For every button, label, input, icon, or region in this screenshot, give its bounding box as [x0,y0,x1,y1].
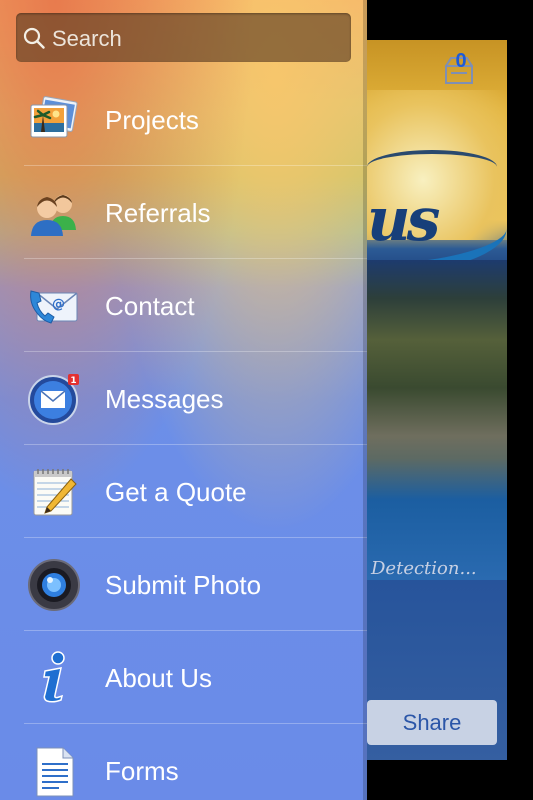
notepad-pencil-icon [33,469,77,516]
search-icon [23,27,45,49]
background-app: us Detection... [367,0,533,800]
company-logo: us [367,90,507,281]
share-button[interactable]: Share [367,700,497,745]
contact-phone-email-icon: @ [30,290,78,324]
background-photo [367,260,507,580]
menu-list: Projects Referrals @ Contact 1 Messages … [0,73,367,800]
search-input[interactable] [50,21,344,56]
menu-item-submit-photo[interactable]: Submit Photo [0,538,367,631]
menu-item-forms[interactable]: Forms [0,724,367,800]
message-badge-count: 1 [70,376,76,386]
menu-item-get-a-quote[interactable]: Get a Quote [0,445,367,538]
side-menu-drawer: Projects Referrals @ Cont [0,0,367,800]
menu-item-projects[interactable]: Projects [0,73,367,166]
menu-item-label: Contact [105,291,195,321]
mail-badge-icon: 1 [28,374,79,425]
menu-item-label: Projects [105,105,199,135]
background-content-card: us Detection... [367,40,507,760]
cart-count-badge: 0 [455,50,467,72]
share-button-label: Share [402,709,462,735]
menu-item-label: Messages [105,384,224,414]
photos-icon [30,96,78,138]
menu-item-label: Submit Photo [105,570,262,600]
people-icon [31,195,76,236]
menu-item-contact[interactable]: @ Contact [0,259,367,352]
info-icon [43,651,65,703]
menu-item-label: Referrals [105,198,211,228]
menu-item-messages[interactable]: 1 Messages [0,352,367,445]
menu-item-label: Forms [105,756,179,786]
menu-item-label: About Us [105,663,212,693]
background-tagline: Detection... [371,558,477,579]
document-icon [36,747,74,797]
menu-item-referrals[interactable]: Referrals [0,166,367,259]
menu-item-label: Get a Quote [105,477,247,507]
svg-text:@: @ [52,297,65,312]
menu-item-about-us[interactable]: About Us [0,631,367,724]
camera-lens-icon [28,559,80,611]
search-bar[interactable] [16,13,351,62]
